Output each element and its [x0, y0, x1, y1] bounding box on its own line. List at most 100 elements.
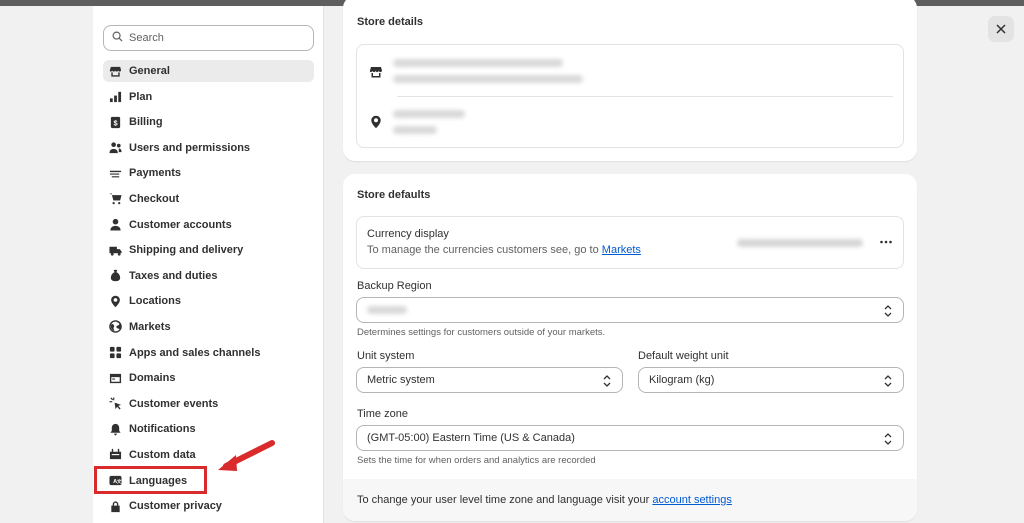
search-icon: [112, 31, 123, 45]
person-icon: [108, 218, 122, 232]
globe-icon: [108, 320, 122, 334]
domain-icon: [108, 371, 122, 385]
sidebar-item-label: Notifications: [129, 423, 196, 436]
sidebar-item-checkout[interactable]: Checkout: [103, 188, 314, 210]
redacted-address-line: [393, 110, 465, 118]
unit-system-value: Metric system: [367, 374, 435, 386]
apps-icon: [108, 346, 122, 360]
location-icon: [108, 294, 122, 308]
store-details-box[interactable]: [356, 44, 904, 148]
sidebar-item-shipping[interactable]: Shipping and delivery: [103, 239, 314, 261]
sidebar-item-label: Shipping and delivery: [129, 244, 244, 257]
sidebar-item-taxes[interactable]: Taxes and duties: [103, 265, 314, 287]
sidebar-item-label: Payments: [129, 167, 181, 180]
sidebar-item-markets[interactable]: Markets: [103, 316, 314, 338]
sidebar-item-billing[interactable]: $ Billing: [103, 111, 314, 133]
sidebar-item-label: Custom data: [129, 448, 196, 461]
more-options-icon[interactable]: [879, 235, 893, 252]
currency-display-title: Currency display: [367, 228, 449, 240]
database-icon: [108, 448, 122, 462]
sidebar-item-custom-data[interactable]: Custom data: [103, 444, 314, 466]
settings-main: Store details Store defaults Currency di…: [343, 0, 917, 523]
markets-link[interactable]: Markets: [602, 244, 641, 256]
store-defaults-title: Store defaults: [357, 189, 431, 201]
truck-icon: [108, 243, 122, 257]
weight-unit-label: Default weight unit: [638, 350, 729, 362]
sidebar-item-label: Customer accounts: [129, 218, 232, 231]
search-field[interactable]: [103, 25, 314, 51]
payments-icon: [108, 166, 122, 180]
annotation-arrow-icon: [218, 440, 275, 471]
redacted-store-contact: [393, 75, 583, 83]
sidebar-item-users[interactable]: Users and permissions: [103, 137, 314, 159]
sidebar-item-label: Checkout: [129, 192, 180, 205]
currency-display-box: Currency display To manage the currencie…: [356, 216, 904, 269]
redacted-backup-region: [367, 306, 407, 314]
backup-region-label: Backup Region: [357, 280, 432, 292]
weight-unit-value: Kilogram (kg): [649, 374, 715, 386]
sidebar-item-locations[interactable]: Locations: [103, 290, 314, 312]
settings-sidebar: General Plan $ Billing Users and permiss…: [93, 6, 324, 523]
account-settings-link[interactable]: account settings: [652, 494, 732, 506]
chevron-updown-icon: [884, 305, 892, 317]
sidebar-item-plan[interactable]: Plan: [103, 86, 314, 108]
users-icon: [108, 141, 122, 155]
sidebar-item-label: Taxes and duties: [129, 269, 218, 282]
store-details-title: Store details: [357, 16, 424, 28]
currency-desc-text: To manage the currencies customers see, …: [367, 244, 599, 256]
sidebar-item-label: Plan: [129, 90, 153, 103]
chevron-updown-icon: [603, 375, 611, 387]
sidebar-item-label: Users and permissions: [129, 141, 251, 154]
close-button[interactable]: [988, 16, 1014, 42]
sidebar-item-label: Domains: [129, 372, 176, 385]
weight-unit-select[interactable]: Kilogram (kg): [638, 367, 904, 393]
close-icon: [996, 24, 1006, 34]
footer-text: To change your user level time zone and …: [357, 494, 650, 506]
backup-region-select[interactable]: [356, 297, 904, 323]
sidebar-item-customer-events[interactable]: Customer events: [103, 393, 314, 415]
time-zone-help: Sets the time for when orders and analyt…: [357, 455, 596, 466]
redacted-currency-value: [737, 239, 863, 247]
search-input[interactable]: [129, 32, 299, 44]
sidebar-nav: General Plan $ Billing Users and permiss…: [103, 60, 314, 521]
chevron-updown-icon: [884, 433, 892, 445]
redacted-address-region: [393, 126, 437, 134]
time-zone-label: Time zone: [357, 408, 408, 420]
sidebar-item-domains[interactable]: Domains: [103, 367, 314, 389]
tax-icon: [108, 269, 122, 283]
store-icon: [108, 64, 122, 78]
divider: [397, 96, 893, 97]
unit-system-label: Unit system: [357, 350, 415, 362]
cursor-icon: [108, 397, 122, 411]
currency-display-desc: To manage the currencies customers see, …: [367, 244, 641, 256]
lock-icon: [108, 499, 122, 513]
sidebar-item-general[interactable]: General: [103, 60, 314, 82]
billing-icon: $: [108, 115, 122, 129]
sidebar-item-label: Customer events: [129, 397, 219, 410]
backup-region-help: Determines settings for customers outsid…: [357, 327, 606, 338]
sidebar-item-label: Customer privacy: [129, 500, 222, 513]
cart-icon: [108, 192, 122, 206]
sidebar-item-customer-privacy[interactable]: Customer privacy: [103, 495, 314, 517]
plan-icon: [108, 90, 122, 104]
sidebar-item-apps[interactable]: Apps and sales channels: [103, 342, 314, 364]
unit-system-select[interactable]: Metric system: [356, 367, 623, 393]
sidebar-item-label: Billing: [129, 116, 163, 129]
store-defaults-card: Store defaults Currency display To manag…: [343, 174, 917, 521]
sidebar-item-label: General: [129, 65, 170, 77]
store-defaults-footer: To change your user level time zone and …: [343, 479, 917, 521]
location-icon: [369, 115, 383, 132]
store-icon: [369, 65, 383, 82]
sidebar-item-notifications[interactable]: Notifications: [103, 418, 314, 440]
sidebar-item-label: Locations: [129, 295, 181, 308]
sidebar-item-label: Apps and sales channels: [129, 346, 261, 359]
redacted-store-name: [393, 59, 563, 67]
sidebar-item-customer-accounts[interactable]: Customer accounts: [103, 214, 314, 236]
time-zone-value: (GMT-05:00) Eastern Time (US & Canada): [367, 432, 575, 444]
sidebar-item-payments[interactable]: Payments: [103, 162, 314, 184]
languages-highlight-box: [94, 466, 207, 494]
bell-icon: [108, 422, 122, 436]
chevron-updown-icon: [884, 375, 892, 387]
sidebar-item-label: Markets: [129, 320, 171, 333]
time-zone-select[interactable]: (GMT-05:00) Eastern Time (US & Canada): [356, 425, 904, 451]
